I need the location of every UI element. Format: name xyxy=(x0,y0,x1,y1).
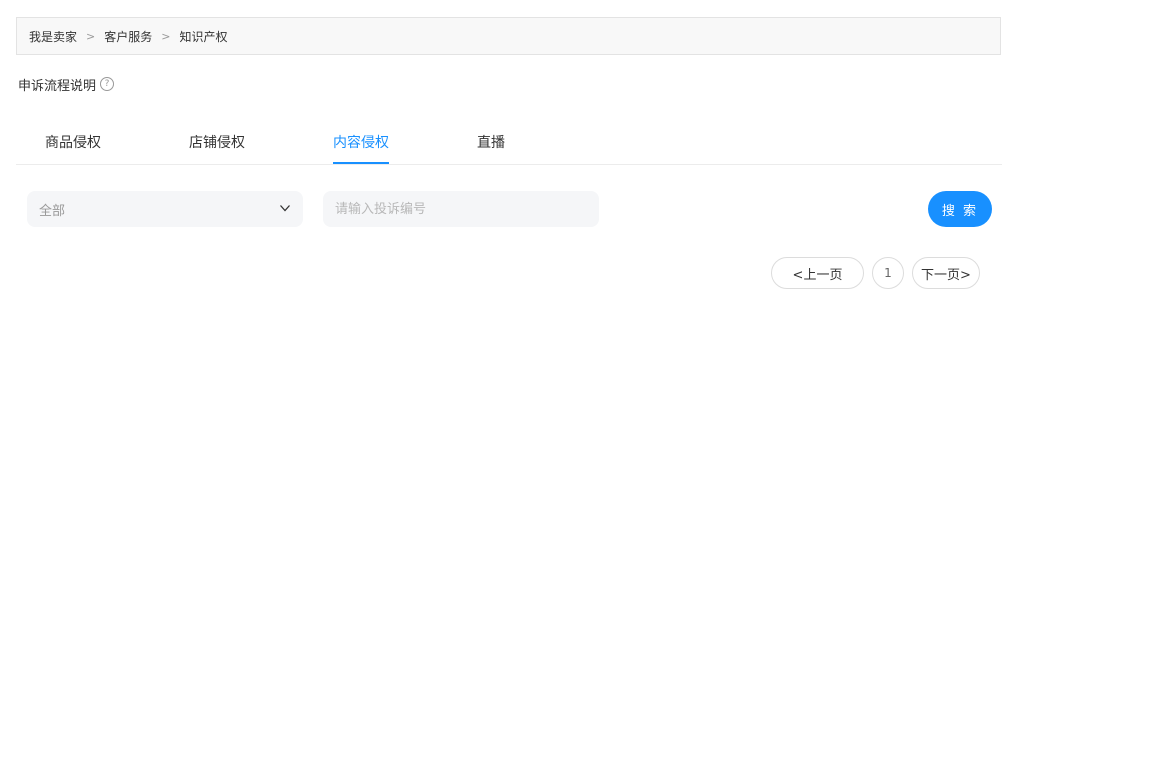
question-circle-icon[interactable]: ? xyxy=(100,77,115,91)
breadcrumb-separator: > xyxy=(86,29,96,43)
page-number-button[interactable]: 1 xyxy=(872,257,904,289)
next-page-button[interactable]: 下一页> xyxy=(912,257,980,289)
appeal-process-label[interactable]: 申诉流程说明 xyxy=(18,75,96,94)
search-button[interactable]: 搜 索 xyxy=(928,191,992,227)
tab-content-infringement[interactable]: 内容侵权 xyxy=(333,132,389,164)
appeal-process-help[interactable]: 申诉流程说明 ? xyxy=(18,75,115,94)
type-select-value: 全部 xyxy=(39,203,66,219)
breadcrumb-item-ip: 知识产权 xyxy=(179,29,228,44)
tab-live-stream[interactable]: 直播 xyxy=(477,132,505,164)
complaint-number-input[interactable] xyxy=(323,191,599,227)
chevron-down-icon xyxy=(280,205,290,212)
tab-store-infringement[interactable]: 店铺侵权 xyxy=(189,132,245,164)
breadcrumb-item-seller[interactable]: 我是卖家 xyxy=(29,28,77,45)
prev-page-button[interactable]: <上一页 xyxy=(771,257,864,289)
breadcrumb: 我是卖家 > 客户服务 > 知识产权 xyxy=(16,17,1001,55)
breadcrumb-item-customer-service[interactable]: 客户服务 xyxy=(104,28,152,45)
type-select[interactable]: 全部 xyxy=(27,191,303,227)
breadcrumb-separator: > xyxy=(161,29,171,43)
tab-bar: 商品侵权 店铺侵权 内容侵权 直播 xyxy=(16,122,1002,165)
tab-product-infringement[interactable]: 商品侵权 xyxy=(45,132,101,164)
